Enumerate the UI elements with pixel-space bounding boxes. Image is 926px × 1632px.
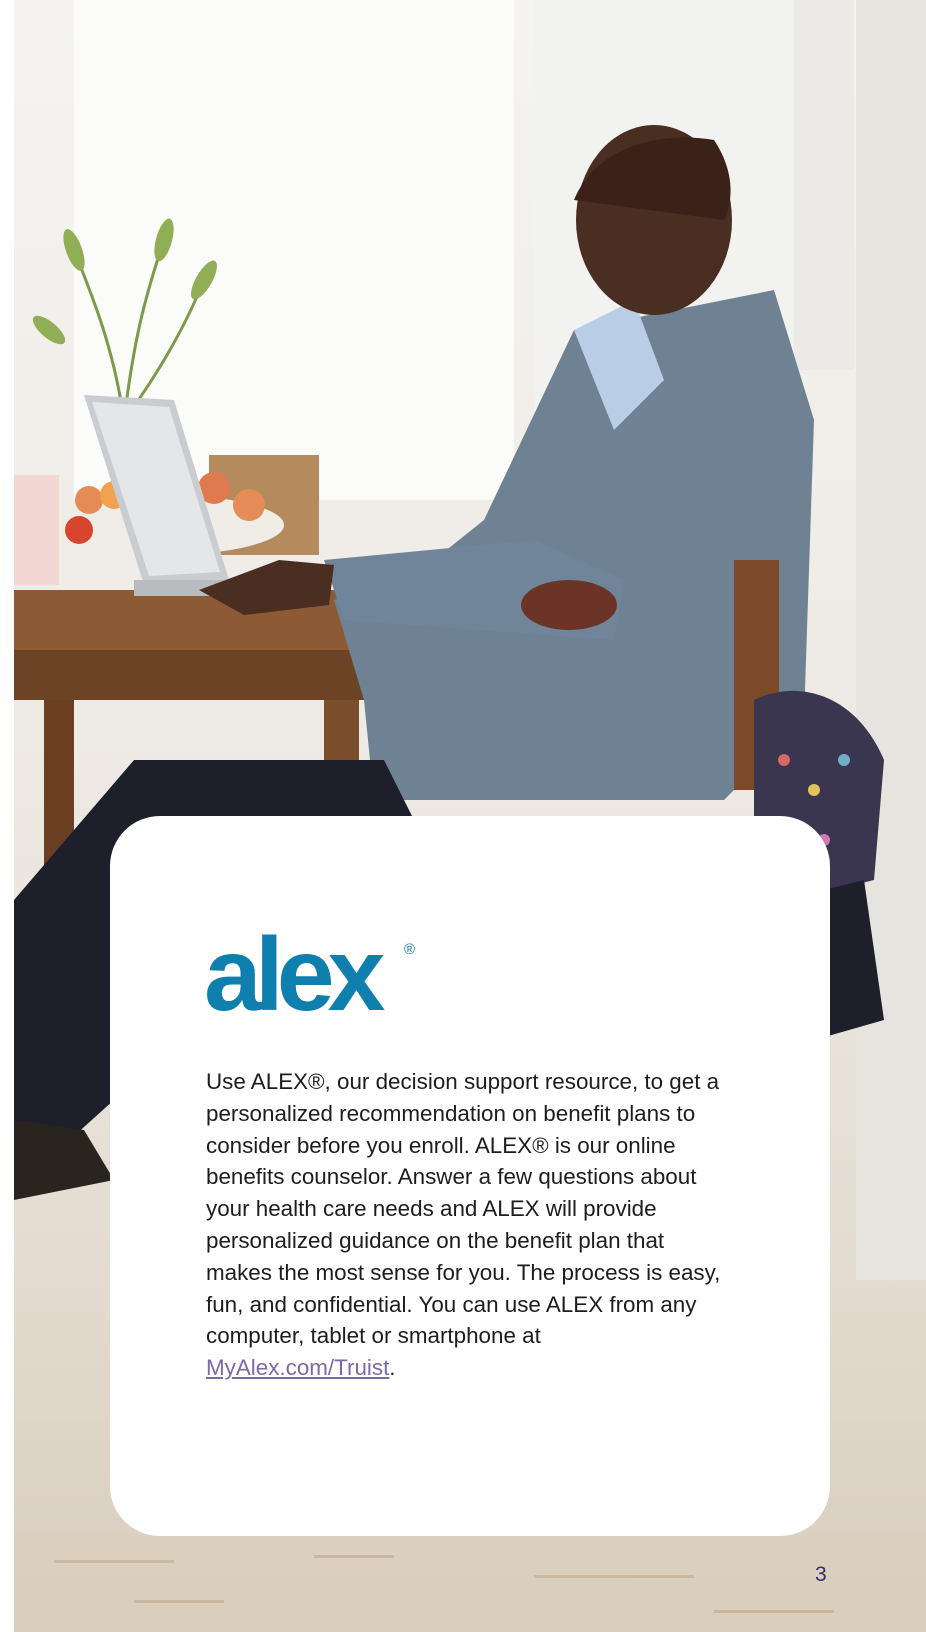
alex-info-card: alex ® Use ALEX®, our decision support r… bbox=[110, 816, 830, 1536]
description-period: . bbox=[389, 1355, 396, 1381]
registered-trademark-mark: ® bbox=[404, 941, 416, 958]
page: alex ® Use ALEX®, our decision support r… bbox=[0, 0, 926, 1632]
alex-logo-wordmark: alex bbox=[204, 917, 385, 1033]
alex-description: Use ALEX®, our decision support resource… bbox=[206, 1066, 736, 1384]
description-text: Use ALEX®, our decision support resource… bbox=[206, 1069, 721, 1349]
myalex-link[interactable]: MyAlex.com/Truist bbox=[206, 1355, 389, 1380]
alex-logo: alex ® bbox=[204, 923, 415, 1027]
page-number: 3 bbox=[815, 1563, 827, 1586]
